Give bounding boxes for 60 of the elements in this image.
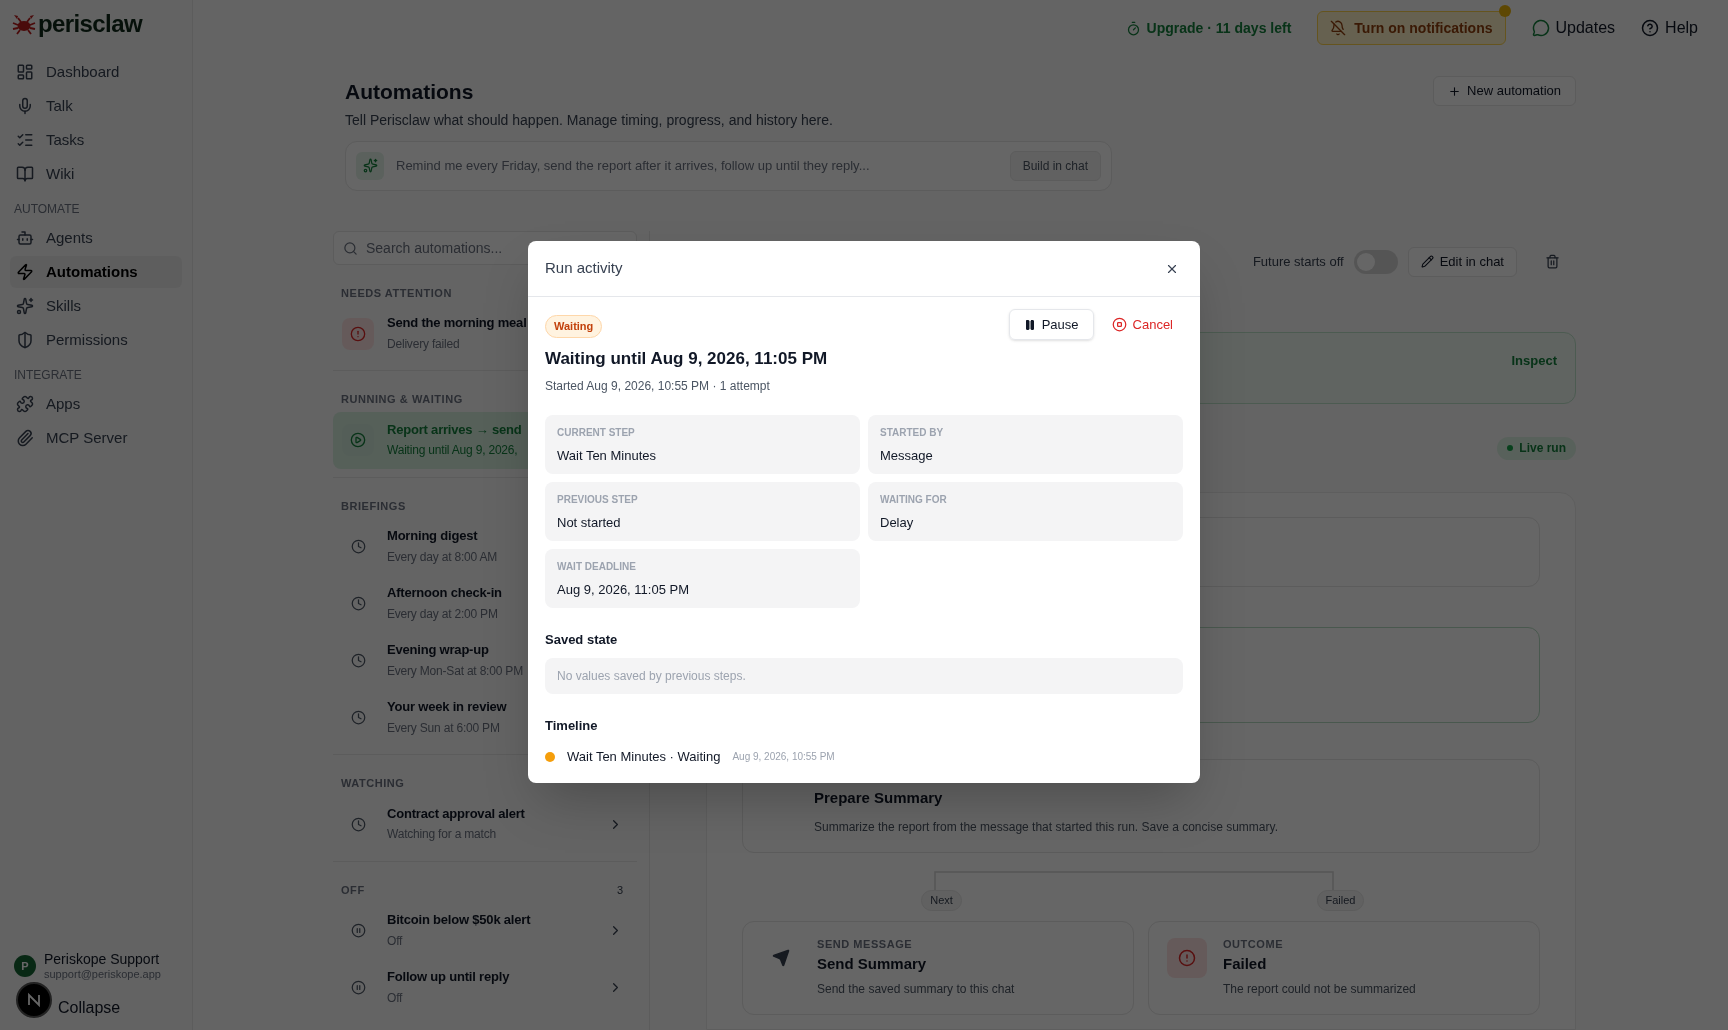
node-type: OUTCOME	[1223, 937, 1285, 952]
field-label: CURRENT STEP	[557, 426, 636, 440]
automation-status: Every day at 8:00 AM	[387, 549, 498, 565]
automation-title: Send the morning meal	[387, 315, 527, 332]
group-heading: NEEDS ATTENTION	[341, 285, 452, 301]
page-subtitle: Tell Perisclaw what should happen. Manage timing, progress, and history here.	[345, 110, 833, 130]
field-value: Aug 9, 2026, 11:05 PM	[557, 581, 691, 599]
automation-title: Report arrives → send	[387, 421, 522, 439]
automation-status: Every day at 2:00 PM	[387, 606, 498, 622]
field-label: PREVIOUS STEP	[557, 493, 639, 507]
automation-status: Every Mon-Sat at 8:00 PM	[387, 663, 523, 679]
node-title: Failed	[1223, 955, 1268, 974]
user-email: support@periskope.app	[44, 968, 161, 982]
live-run-badge: Live run	[1497, 436, 1576, 460]
automation-status: Every Sun at 6:00 PM	[387, 720, 500, 736]
node-description: Send the saved summary to this chat	[817, 982, 1015, 997]
empty-state-text: No values saved by previous steps.	[557, 667, 746, 685]
node-description: The report could not be summarized	[1223, 982, 1416, 997]
field-value: Message	[880, 447, 934, 465]
node-title: Prepare Summary	[814, 788, 944, 808]
automation-status: Waiting until Aug 9, 2026,	[387, 443, 518, 459]
group-heading: BRIEFINGS	[341, 498, 406, 514]
user-name: Periskope Support	[44, 950, 161, 969]
automation-status: Off	[387, 933, 403, 949]
automation-title: Bitcoin below $50k alert	[387, 912, 531, 929]
node-title: Send Summary	[817, 955, 928, 974]
sidebar-section-heading: INTEGRATE	[13, 367, 83, 384]
sidebar-section-heading: AUTOMATE	[13, 201, 81, 218]
automation-status: Off	[387, 990, 403, 1006]
automation-title: Your week in review	[387, 699, 507, 716]
automation-status: Delivery failed	[387, 336, 460, 352]
group-count: 3	[616, 882, 623, 898]
automation-title: Afternoon check-in	[387, 585, 502, 602]
automation-title: Follow up until reply	[387, 969, 510, 986]
node-type: SEND MESSAGE	[817, 937, 914, 952]
automation-title: Evening wrap-up	[387, 642, 489, 659]
automation-status: Watching for a match	[387, 827, 496, 843]
automation-title: Morning digest	[387, 528, 478, 545]
field-value: Delay	[880, 514, 915, 532]
field-label: STARTED BY	[880, 426, 945, 440]
page-title: Automations	[345, 79, 475, 105]
branch-label: Failed	[1316, 890, 1365, 911]
timeline-event: Wait Ten Minutes · Waiting	[567, 748, 721, 766]
branch-label: Next	[921, 890, 962, 911]
run-heading: Waiting until Aug 9, 2026, 11:05 PM	[545, 347, 828, 370]
brand-name: perisclaw	[38, 12, 142, 36]
field-label: WAITING FOR	[880, 493, 948, 507]
section-title: Saved state	[545, 631, 619, 649]
group-heading: WATCHING	[341, 776, 405, 791]
automation-title: Contract approval alert	[387, 805, 525, 823]
group-heading: OFF	[341, 882, 365, 898]
user-avatar: P	[14, 955, 36, 978]
run-meta: Started Aug 9, 2026, 10:55 PM · 1 attempt	[545, 378, 771, 395]
group-heading: RUNNING & WAITING	[341, 392, 463, 407]
node-description: Summarize the report from the message that started this run. Save a concise summary.	[814, 818, 1279, 836]
section-title: Timeline	[545, 716, 599, 735]
field-label: WAIT DEADLINE	[557, 560, 637, 574]
field-value: Not started	[557, 514, 622, 532]
status-badge: Waiting	[545, 315, 603, 338]
future-starts-label: Future starts off	[1252, 252, 1344, 271]
